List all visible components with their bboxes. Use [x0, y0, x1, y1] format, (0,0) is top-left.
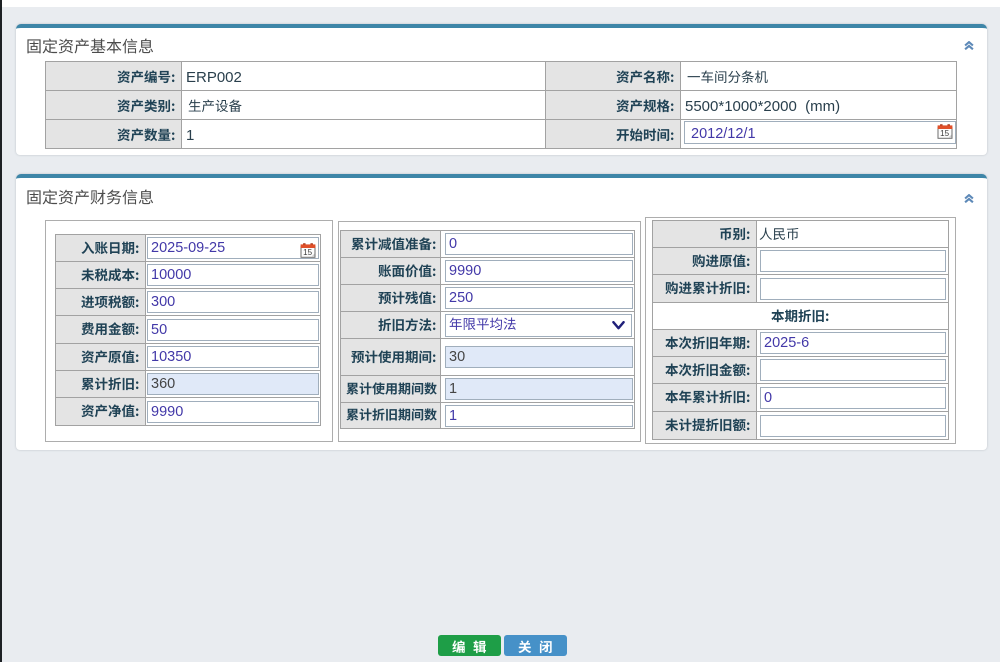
- svg-text:15: 15: [303, 248, 312, 257]
- svg-text:15: 15: [940, 129, 949, 138]
